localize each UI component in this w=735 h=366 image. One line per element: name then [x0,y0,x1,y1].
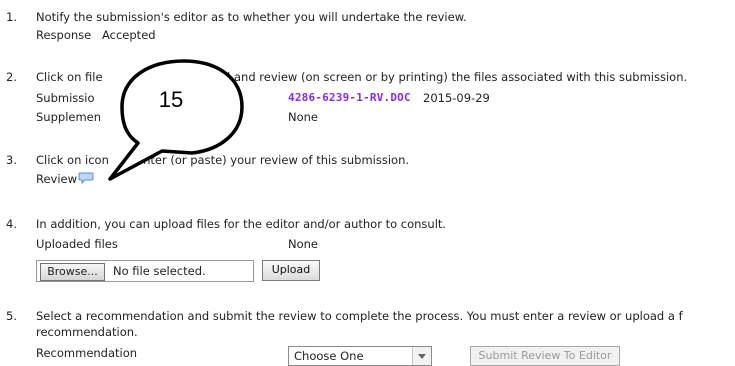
response-label: Response [36,28,92,42]
comment-bubble-icon[interactable] [78,172,94,185]
no-file-selected-text: No file selected. [113,264,206,278]
uploaded-files-value: None [288,237,319,251]
recommendation-label: Recommendation [36,346,138,360]
step-4-text: In addition, you can upload files for th… [36,217,447,231]
review-label: Review [36,172,78,186]
step-4-number: 4. [6,217,17,231]
step-3-text-start: Click on icon [36,153,109,167]
upload-button[interactable]: Upload [262,260,320,281]
step-5-text-continued: recommendation. [36,325,138,339]
step-2-text-end: ad and review (on screen or by printing)… [216,70,688,84]
file-input[interactable]: Browse... No file selected. [36,260,254,282]
step-5-number: 5. [6,309,17,323]
step-1-number: 1. [6,10,17,24]
response-value: Accepted [102,28,156,42]
uploaded-files-label: Uploaded files [36,237,118,251]
supplementary-value: None [288,110,319,124]
supplementary-label: Supplemen [36,110,102,124]
step-2-number: 2. [6,70,17,84]
step-1-text: Notify the submission's editor as to whe… [36,10,467,24]
submission-file-link[interactable]: 4286-6239-1-RV.DOC [288,91,411,104]
callout-number: 15 [159,87,183,112]
browse-button[interactable]: Browse... [40,263,105,281]
step-3-number: 3. [6,153,17,167]
submission-label: Submissio [36,91,95,105]
recommendation-select-value: Choose One [294,349,364,363]
chevron-down-icon[interactable] [412,347,431,365]
callout-bubble: 15 [108,59,244,181]
step-2-text-start: Click on file [36,70,103,84]
step-5-text: Select a recommendation and submit the r… [36,309,683,323]
submission-date: 2015-09-29 [423,91,490,105]
submit-review-button[interactable]: Submit Review To Editor [470,346,620,366]
recommendation-select[interactable]: Choose One [288,346,432,366]
